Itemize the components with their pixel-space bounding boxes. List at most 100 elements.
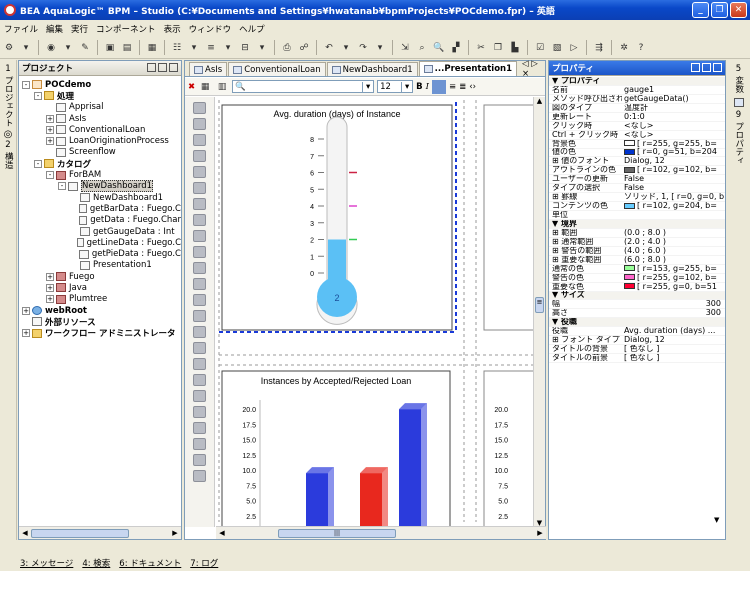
palette-item[interactable] [193, 246, 206, 258]
chevron-down-icon[interactable]: ▼ [714, 516, 719, 524]
tree-item[interactable]: + Fuego [19, 271, 181, 282]
property-category[interactable]: ▼ 境界 [549, 220, 725, 229]
help-icon[interactable]: ? [634, 41, 648, 55]
panel-restore-icon[interactable] [702, 63, 711, 72]
messages-tab[interactable]: 3: メッセージ [20, 557, 73, 569]
property-value[interactable]: [ 色なし ] [622, 354, 725, 362]
component-icon[interactable]: ▞ [449, 41, 463, 55]
property-category[interactable]: ▼ サイズ [549, 291, 725, 301]
open-icon[interactable]: ▣ [103, 41, 117, 55]
properties-view-tab[interactable]: プロパティ [734, 122, 744, 165]
property-value[interactable]: False [622, 175, 725, 183]
property-row[interactable]: 警告の色 [ r=255, g=102, b= [549, 274, 725, 283]
palette-item[interactable] [193, 214, 206, 226]
tree-item[interactable]: getData : Fuego.Char [19, 215, 181, 226]
palette-item[interactable] [193, 406, 206, 418]
property-row[interactable]: クリック時 <なし> [549, 122, 725, 131]
property-row[interactable]: 図のタイプ 温度計 [549, 104, 725, 113]
chevron-down-icon[interactable]: ▾ [255, 41, 269, 55]
project-view-tab[interactable]: プロジェクト [3, 76, 13, 127]
property-value[interactable]: (0.0 ; 8.0 ) [622, 229, 725, 237]
font-size-combo[interactable]: 12 ▾ [377, 80, 414, 93]
tree-item[interactable]: - NewDashboard1 [19, 180, 181, 193]
property-row[interactable]: 役職 Avg. duration (days) ... [549, 327, 725, 337]
tree-item[interactable]: - POCdemo [19, 79, 181, 90]
property-value[interactable]: 300 [622, 300, 725, 308]
zoom-icon[interactable]: ⌕ [415, 41, 429, 55]
globe-icon[interactable]: ◎ [4, 129, 13, 140]
palette-item[interactable] [193, 438, 206, 450]
property-value[interactable]: [ r=102, g=102, b= [622, 166, 725, 174]
tree-expander-icon[interactable]: - [34, 91, 42, 100]
scroll-thumb[interactable]: ||| [278, 528, 396, 538]
gear-icon[interactable]: ⚙ [2, 41, 16, 55]
panel-restore-icon[interactable] [158, 63, 167, 72]
property-value[interactable]: [ r=255, g=0, b=51 [622, 283, 725, 291]
font-combo[interactable]: 🔍 ▾ [232, 80, 375, 93]
tree-expander-icon[interactable]: + [46, 114, 54, 123]
tree-expander-icon[interactable]: + [46, 283, 54, 292]
property-row[interactable]: ⊞ 通常範囲 (2.0 ; 4.0 ) [549, 238, 725, 247]
scroll-up-icon[interactable]: ▲ [534, 97, 545, 105]
property-value[interactable]: [ r=255, g=255, b= [622, 140, 725, 148]
distribute-icon[interactable]: ⊟ [238, 41, 252, 55]
property-value[interactable]: [ r=153, g=255, b= [622, 265, 725, 273]
search-tab[interactable]: 4: 検索 [82, 557, 110, 569]
tree-item[interactable]: + Java [19, 282, 181, 293]
property-row[interactable]: 背景色 [ r=255, g=255, b= [549, 140, 725, 149]
property-row[interactable]: ⊞ 範囲 (0.0 ; 8.0 ) [549, 229, 725, 238]
property-row[interactable]: ⊞ 警告の範囲 (4.0 ; 6.0 ) [549, 247, 725, 256]
cut-icon[interactable]: ✂ [474, 41, 488, 55]
tree-item[interactable]: getLineData : Fuego.C [19, 237, 181, 248]
menu-view[interactable]: 表示 [164, 23, 181, 35]
redo-icon[interactable]: ↷ [356, 41, 370, 55]
palette-item[interactable] [193, 294, 206, 306]
property-row[interactable]: ⊞ フォント タイプ Dialog, 12 [549, 336, 725, 346]
property-value[interactable]: [ r=102, g=204, b= [622, 202, 725, 210]
palette-item[interactable] [193, 390, 206, 402]
deploy-icon[interactable]: ⇶ [592, 41, 606, 55]
tools-icon[interactable]: ✎ [78, 41, 92, 55]
tree-item[interactable]: + ワークフロー アドミニストレータ [19, 328, 181, 339]
tree-item[interactable]: 外部リソース [19, 316, 181, 328]
dashboard-canvas[interactable]: Avg. duration (days) of Instance 8765432… [216, 97, 534, 527]
property-row[interactable]: ⊞ 罫線 ソリッド, 1, [ r=0, g=0, b= [549, 193, 725, 203]
folder-icon[interactable]: ▤ [120, 41, 134, 55]
property-value[interactable]: False [622, 184, 725, 192]
chevron-down-icon[interactable]: ▾ [373, 41, 387, 55]
tree-expander-icon[interactable]: + [22, 306, 30, 315]
editor-hscrollbar[interactable]: ◀ ||| ▶ [216, 526, 546, 539]
palette-item[interactable] [193, 326, 206, 338]
tree-item[interactable]: - 処理 [19, 90, 181, 102]
property-row[interactable]: 更新レート 0:1:0 [549, 113, 725, 122]
network-icon[interactable]: ☍ [297, 41, 311, 55]
property-row[interactable]: タイプの選択 False [549, 184, 725, 194]
tree-item[interactable]: + Plumtree [19, 294, 181, 305]
close-icon[interactable]: ✖ [188, 82, 195, 92]
tab-newdashboard1[interactable]: NewDashboard1 [326, 62, 418, 76]
run-icon[interactable]: ◉ [44, 41, 58, 55]
palette-item[interactable] [193, 278, 206, 290]
play-icon[interactable]: ▷ [567, 41, 581, 55]
property-row[interactable]: アウトラインの色 [ r=102, g=102, b= [549, 166, 725, 176]
menu-help[interactable]: ヘルプ [239, 23, 265, 35]
paste-icon[interactable]: ▙ [508, 41, 522, 55]
menu-window[interactable]: ウィンドウ [189, 23, 232, 35]
property-value[interactable]: Dialog, 12 [622, 336, 725, 344]
tab-presentation1[interactable]: ...Presentation1 [418, 61, 518, 76]
property-row[interactable]: メソッド呼び出され getGaugeData() [549, 95, 725, 104]
property-category[interactable]: ▼ 役職 [549, 318, 725, 328]
palette-item[interactable] [193, 134, 206, 146]
editor-vscrollbar[interactable]: ▲ ≡ ▼ [533, 97, 545, 527]
tree-item[interactable]: + ConventionalLoan [19, 124, 181, 135]
minimize-button[interactable]: _ [692, 2, 709, 18]
tab-asis[interactable]: AsIs [189, 62, 228, 76]
tree-item[interactable]: getBarData : Fuego.C [19, 203, 181, 214]
property-value[interactable]: (2.0 ; 4.0 ) [622, 238, 725, 246]
menu-edit[interactable]: 編集 [46, 23, 63, 35]
chevron-down-icon[interactable]: ▾ [339, 41, 353, 55]
property-value[interactable]: [ r=255, g=102, b= [622, 274, 725, 282]
align-right-icon[interactable]: ≣ [459, 82, 466, 92]
chevron-down-icon[interactable]: ▾ [61, 41, 75, 55]
property-value[interactable]: 300 [622, 309, 725, 317]
